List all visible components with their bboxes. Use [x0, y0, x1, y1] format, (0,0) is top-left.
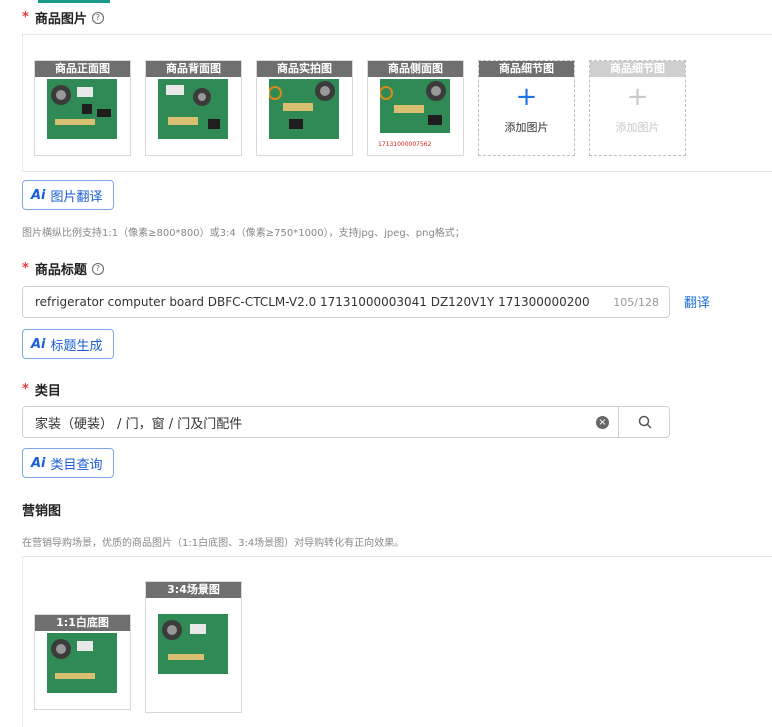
- product-image-side[interactable]: 商品侧面图 17131000007562: [367, 60, 464, 156]
- plus-icon: +: [626, 82, 649, 112]
- tab-indicator: [38, 0, 110, 3]
- add-image-detail[interactable]: 商品细节图 + 添加图片: [478, 60, 575, 156]
- ai-icon: Ai: [31, 336, 46, 352]
- help-icon[interactable]: ?: [91, 262, 104, 275]
- product-images-hint: 图片横纵比例支持1:1（像素≥800*800）或3:4（像素≥750*1000）…: [22, 228, 465, 239]
- pcb-image: [47, 79, 117, 139]
- marketing-image-scene[interactable]: 3:4场景图: [145, 581, 242, 713]
- image-translate-button[interactable]: Ai 图片翻译: [22, 180, 114, 210]
- product-code: 17131000007562: [378, 141, 432, 148]
- product-image-back[interactable]: 商品背面图: [145, 60, 242, 156]
- product-image-real[interactable]: 商品实拍图: [256, 60, 353, 156]
- marketing-image-white[interactable]: 1:1白底图: [34, 614, 131, 710]
- marketing-panel: [22, 556, 772, 727]
- title-translate-link[interactable]: 翻译: [684, 292, 710, 311]
- title-counter: 105/128: [613, 295, 659, 309]
- add-image-detail-disabled: 商品细节图 + 添加图片: [589, 60, 686, 156]
- search-button[interactable]: [618, 407, 671, 437]
- product-images-label: * 商品图片 ?: [22, 8, 104, 27]
- ai-icon: Ai: [31, 455, 46, 471]
- product-title-label: * 商品标题 ?: [22, 259, 104, 278]
- pcb-image: [158, 614, 228, 674]
- clear-icon[interactable]: ×: [596, 416, 609, 429]
- marketing-label: 营销图: [22, 504, 62, 519]
- category-query-button[interactable]: Ai 类目查询: [22, 448, 114, 478]
- pcb-image: [380, 79, 450, 133]
- category-label: * 类目: [22, 382, 61, 399]
- product-title-input[interactable]: refrigerator computer board DBFC-CTCLM-V…: [22, 286, 670, 318]
- title-generate-button[interactable]: Ai 标题生成: [22, 329, 114, 359]
- ai-icon: Ai: [31, 187, 46, 203]
- pcb-image: [269, 79, 339, 139]
- pcb-image: [158, 79, 228, 139]
- product-image-front[interactable]: 商品正面图: [34, 60, 131, 156]
- help-icon[interactable]: ?: [91, 11, 104, 24]
- search-icon: [638, 415, 652, 429]
- plus-icon: +: [515, 82, 538, 112]
- category-input[interactable]: 家装（硬装） / 门，窗 / 门及门配件 ×: [22, 406, 670, 438]
- marketing-hint: 在营销导购场景，优质的商品图片（1:1白底图、3:4场景图）对导购转化有正向效果…: [22, 538, 405, 549]
- pcb-image: [47, 633, 117, 693]
